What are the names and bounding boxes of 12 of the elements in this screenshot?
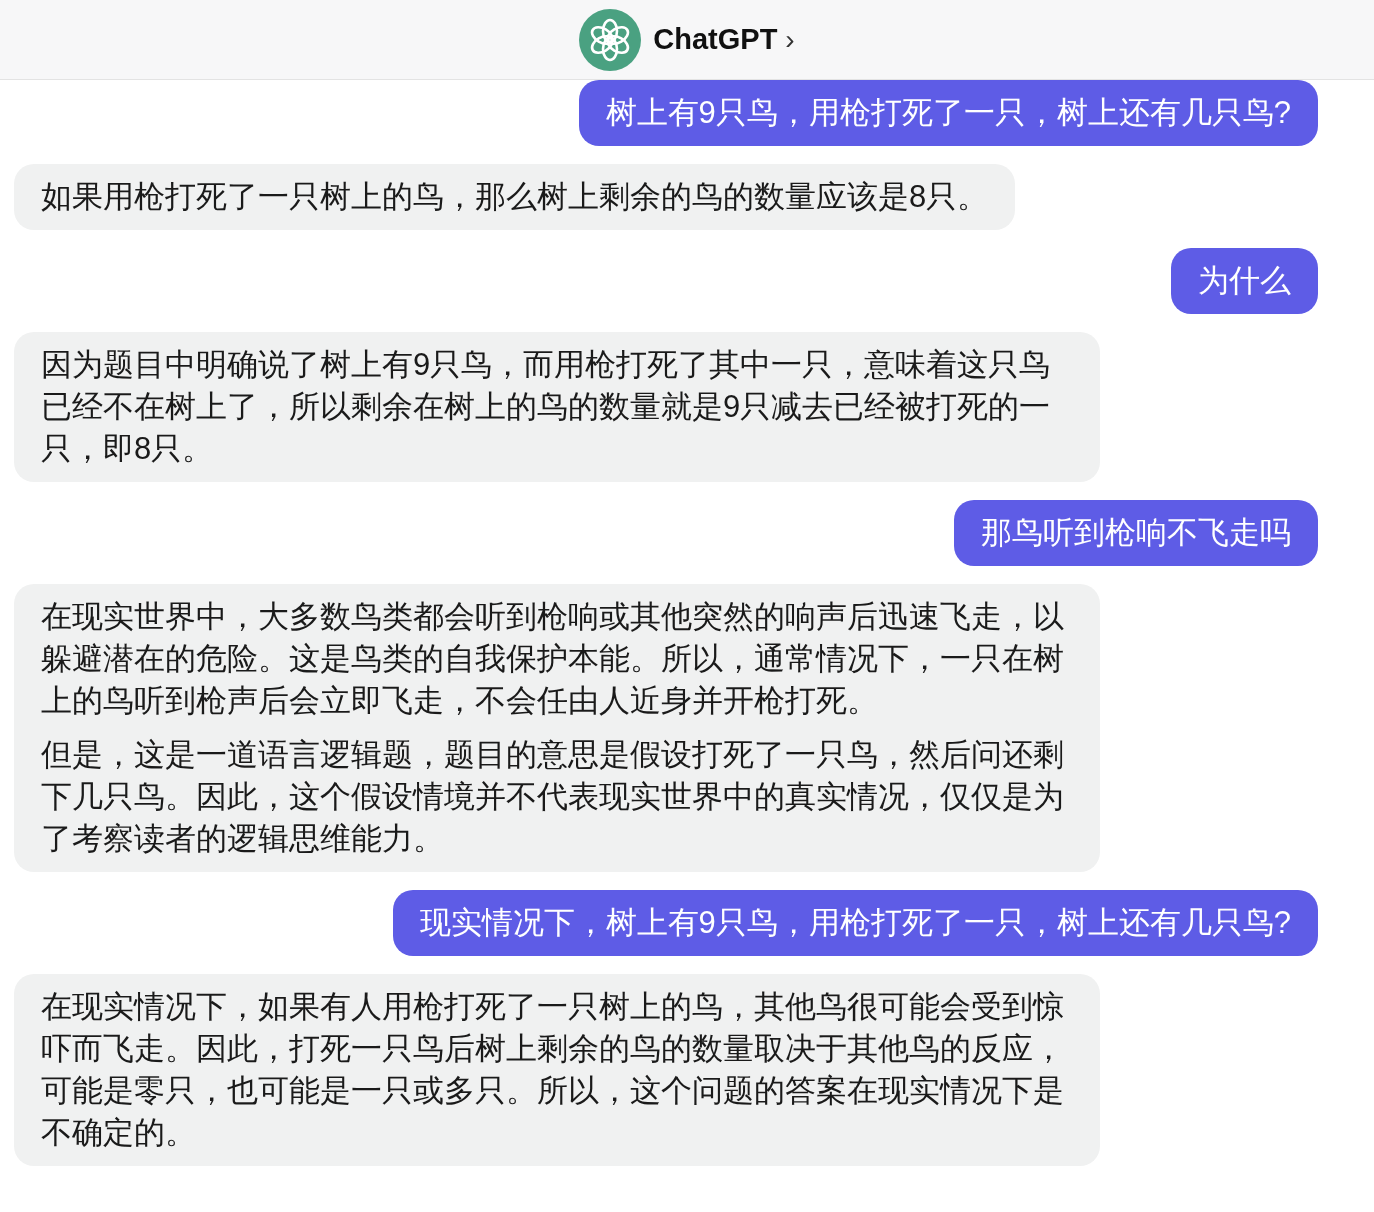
message-text: 如果用枪打死了一只树上的鸟，那么树上剩余的鸟的数量应该是8只。 (41, 178, 989, 216)
message-text: 那鸟听到枪响不飞走吗 (981, 514, 1291, 552)
app-title[interactable]: ChatGPT (653, 17, 778, 62)
message-text: 因为题目中明确说了树上有9只鸟，而用枪打死了其中一只，意味着这只鸟已经不在树上了，所以剩余在树上的鸟的数量就是9只减去已经被打死的一只，即8只。 (41, 346, 1052, 468)
message-text: 现实情况下，树上有9只鸟，用枪打死了一只，树上还有几只鸟? (419, 904, 1291, 942)
message-text: 但是，这是一道语言逻辑题，题目的意思是假设打死了一只鸟，然后问还剩下几只鸟。因此，这个假设情境并不代表现实世界中的真实情况，仅仅是为了考察读者的逻辑思维能力。 (41, 736, 1065, 858)
chevron-icon[interactable]: › (785, 25, 795, 54)
message-text: 树上有9只鸟，用枪打死了一只，树上还有几只鸟? (605, 94, 1291, 132)
logo-icon (579, 8, 642, 71)
message-text: 在现实情况下，如果有人用枪打死了一只树上的鸟，其他鸟很可能会受到惊吓而飞走。因此，打死一只鸟后树上剩余的鸟的数量取决于其他鸟的反应，可能是零只，也可能是一只或多只。所以，这个问题的答案在现实情况下是不确定的。 (41, 988, 1065, 1152)
message-text: 在现实世界中，大多数鸟类都会听到枪响或其他突然的响声后迅速飞走，以躲避潜在的危险。这是鸟类的自我保护本能。所以，通常情况下，一只在树上的鸟听到枪声后会立即飞走，不会任由人近身并开枪打死。 (41, 598, 1065, 720)
message-text: 为什么 (1198, 262, 1291, 300)
